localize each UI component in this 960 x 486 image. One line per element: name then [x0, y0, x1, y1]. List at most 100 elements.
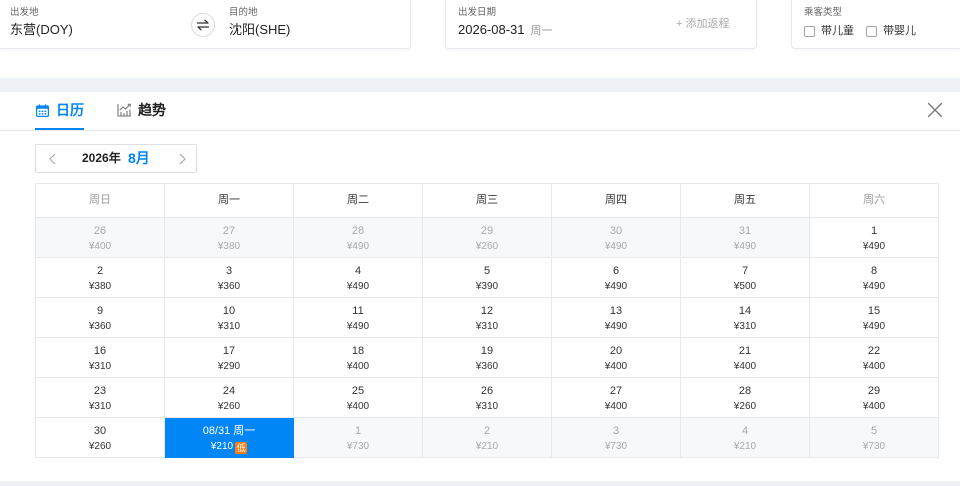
day-price: ¥390 — [475, 281, 499, 292]
calendar-day-cell[interactable]: 3 ¥730 — [552, 418, 681, 458]
day-price: ¥400 — [346, 401, 370, 412]
tab-calendar[interactable]: 日历 — [35, 99, 84, 130]
tab-divider — [0, 130, 960, 131]
add-return-button[interactable]: + 添加返程 — [676, 17, 729, 31]
separator-band — [0, 481, 960, 486]
calendar-day-cell-selected[interactable]: 08/31 周一 ¥210 低 — [165, 418, 294, 458]
calendar-day-cell[interactable]: 9 ¥360 — [36, 298, 165, 338]
calendar-day-cell[interactable]: 19 ¥360 — [423, 338, 552, 378]
departure-field[interactable]: 出发地 东营(DOY) — [10, 0, 180, 48]
destination-field[interactable]: 目的地 沈阳(SHE) — [229, 0, 399, 48]
day-price: ¥310 — [217, 321, 241, 332]
calendar-day-cell[interactable]: 1 ¥490 — [810, 218, 939, 258]
calendar-day-cell[interactable]: 24 ¥260 — [165, 378, 294, 418]
checkbox-with-infant[interactable]: 带婴儿 — [866, 25, 916, 38]
calendar-day-cell[interactable]: 10 ¥310 — [165, 298, 294, 338]
calendar-day-cell[interactable]: 27 ¥400 — [552, 378, 681, 418]
day-number: 31 — [738, 225, 752, 237]
day-number: 22 — [867, 345, 881, 357]
day-number: 27 — [609, 385, 623, 397]
departure-value: 东营(DOY) — [10, 22, 73, 37]
swap-icon[interactable] — [191, 13, 215, 37]
calendar-day-cell[interactable]: 11 ¥490 — [294, 298, 423, 338]
calendar-day-cell[interactable]: 8 ¥490 — [810, 258, 939, 298]
calendar-day-cell[interactable]: 27 ¥380 — [165, 218, 294, 258]
calendar-day-cell[interactable]: 2 ¥210 — [423, 418, 552, 458]
day-number: 15 — [867, 305, 881, 317]
calendar-day-cell[interactable]: 28 ¥260 — [681, 378, 810, 418]
calendar-day-cell[interactable]: 5 ¥390 — [423, 258, 552, 298]
calendar-day-cell[interactable]: 26 ¥310 — [423, 378, 552, 418]
calendar-day-cell[interactable]: 16 ¥310 — [36, 338, 165, 378]
weekday-header: 周三 — [423, 184, 552, 218]
calendar-day-cell[interactable]: 30 ¥490 — [552, 218, 681, 258]
calendar-day-cell[interactable]: 7 ¥500 — [681, 258, 810, 298]
day-price: ¥730 — [346, 441, 370, 452]
calendar-day-cell[interactable]: 4 ¥490 — [294, 258, 423, 298]
day-number: 9 — [96, 305, 104, 317]
calendar-day-cell[interactable]: 21 ¥400 — [681, 338, 810, 378]
calendar-day-cell[interactable]: 29 ¥400 — [810, 378, 939, 418]
day-price-row: ¥730 — [552, 440, 680, 453]
calendar-day-cell[interactable]: 28 ¥490 — [294, 218, 423, 258]
tab-trend[interactable]: 趋势 — [117, 99, 166, 121]
departure-date-field[interactable]: 出发日期 2026-08-31 周一 — [458, 0, 658, 48]
day-price: ¥730 — [862, 441, 886, 452]
calendar-day-cell[interactable]: 5 ¥730 — [810, 418, 939, 458]
calendar-day-cell[interactable]: 6 ¥490 — [552, 258, 681, 298]
calendar-day-cell[interactable]: 29 ¥260 — [423, 218, 552, 258]
page: 出发地 东营(DOY) 目的地 沈阳(SHE) 出发日期 2026-08-31 周… — [0, 0, 960, 486]
calendar-day-cell[interactable]: 3 ¥360 — [165, 258, 294, 298]
tab-calendar-label: 日历 — [56, 102, 84, 118]
day-price-row: ¥260 — [423, 240, 551, 253]
day-price: ¥210 — [475, 441, 499, 452]
chevron-right-icon[interactable] — [176, 152, 188, 166]
day-price-row: ¥490 — [810, 240, 938, 253]
day-number: 24 — [222, 385, 236, 397]
day-price: ¥400 — [604, 361, 628, 372]
close-icon[interactable] — [927, 102, 943, 118]
weekday-header: 周四 — [552, 184, 681, 218]
calendar-day-cell[interactable]: 17 ¥290 — [165, 338, 294, 378]
calendar-day-cell[interactable]: 18 ¥400 — [294, 338, 423, 378]
chevron-left-icon[interactable] — [46, 152, 58, 166]
calendar-day-cell[interactable]: 1 ¥730 — [294, 418, 423, 458]
day-price: ¥260 — [475, 241, 499, 252]
calendar-day-cell[interactable]: 26 ¥400 — [36, 218, 165, 258]
day-number: 29 — [867, 385, 881, 397]
weekday-header: 周二 — [294, 184, 423, 218]
calendar-day-cell[interactable]: 25 ¥400 — [294, 378, 423, 418]
day-price-row: ¥400 — [36, 240, 164, 253]
checkbox-icon[interactable] — [866, 26, 877, 37]
calendar-day-cell[interactable]: 31 ¥490 — [681, 218, 810, 258]
calendar-icon — [36, 103, 49, 117]
day-price-row: ¥490 — [810, 320, 938, 333]
day-price: ¥490 — [604, 241, 628, 252]
calendar-day-cell[interactable]: 15 ¥490 — [810, 298, 939, 338]
day-number: 08/31 周一 — [202, 425, 256, 437]
day-price-row: ¥260 — [36, 440, 164, 453]
calendar-day-cell[interactable]: 23 ¥310 — [36, 378, 165, 418]
day-number: 21 — [738, 345, 752, 357]
day-number: 27 — [222, 225, 236, 237]
calendar-day-cell[interactable]: 30 ¥260 — [36, 418, 165, 458]
calendar-day-cell[interactable]: 13 ¥490 — [552, 298, 681, 338]
checkbox-with-child[interactable]: 带儿童 — [804, 25, 854, 38]
calendar-day-cell[interactable]: 22 ¥400 — [810, 338, 939, 378]
departure-date-label: 出发日期 — [458, 7, 497, 18]
calendar-day-cell[interactable]: 4 ¥210 — [681, 418, 810, 458]
checkbox-label: 带儿童 — [821, 25, 854, 37]
destination-label: 目的地 — [229, 7, 258, 18]
day-price-row: ¥490 — [810, 280, 938, 293]
low-price-badge: 低 — [235, 442, 248, 454]
day-price-row: ¥360 — [165, 280, 293, 293]
calendar-day-cell[interactable]: 14 ¥310 — [681, 298, 810, 338]
day-number: 13 — [609, 305, 623, 317]
calendar-day-cell[interactable]: 12 ¥310 — [423, 298, 552, 338]
day-number: 28 — [738, 385, 752, 397]
day-price-row: ¥490 — [294, 320, 422, 333]
checkbox-icon[interactable] — [804, 26, 815, 37]
calendar-day-cell[interactable]: 2 ¥380 — [36, 258, 165, 298]
day-price: ¥490 — [862, 281, 886, 292]
calendar-day-cell[interactable]: 20 ¥400 — [552, 338, 681, 378]
